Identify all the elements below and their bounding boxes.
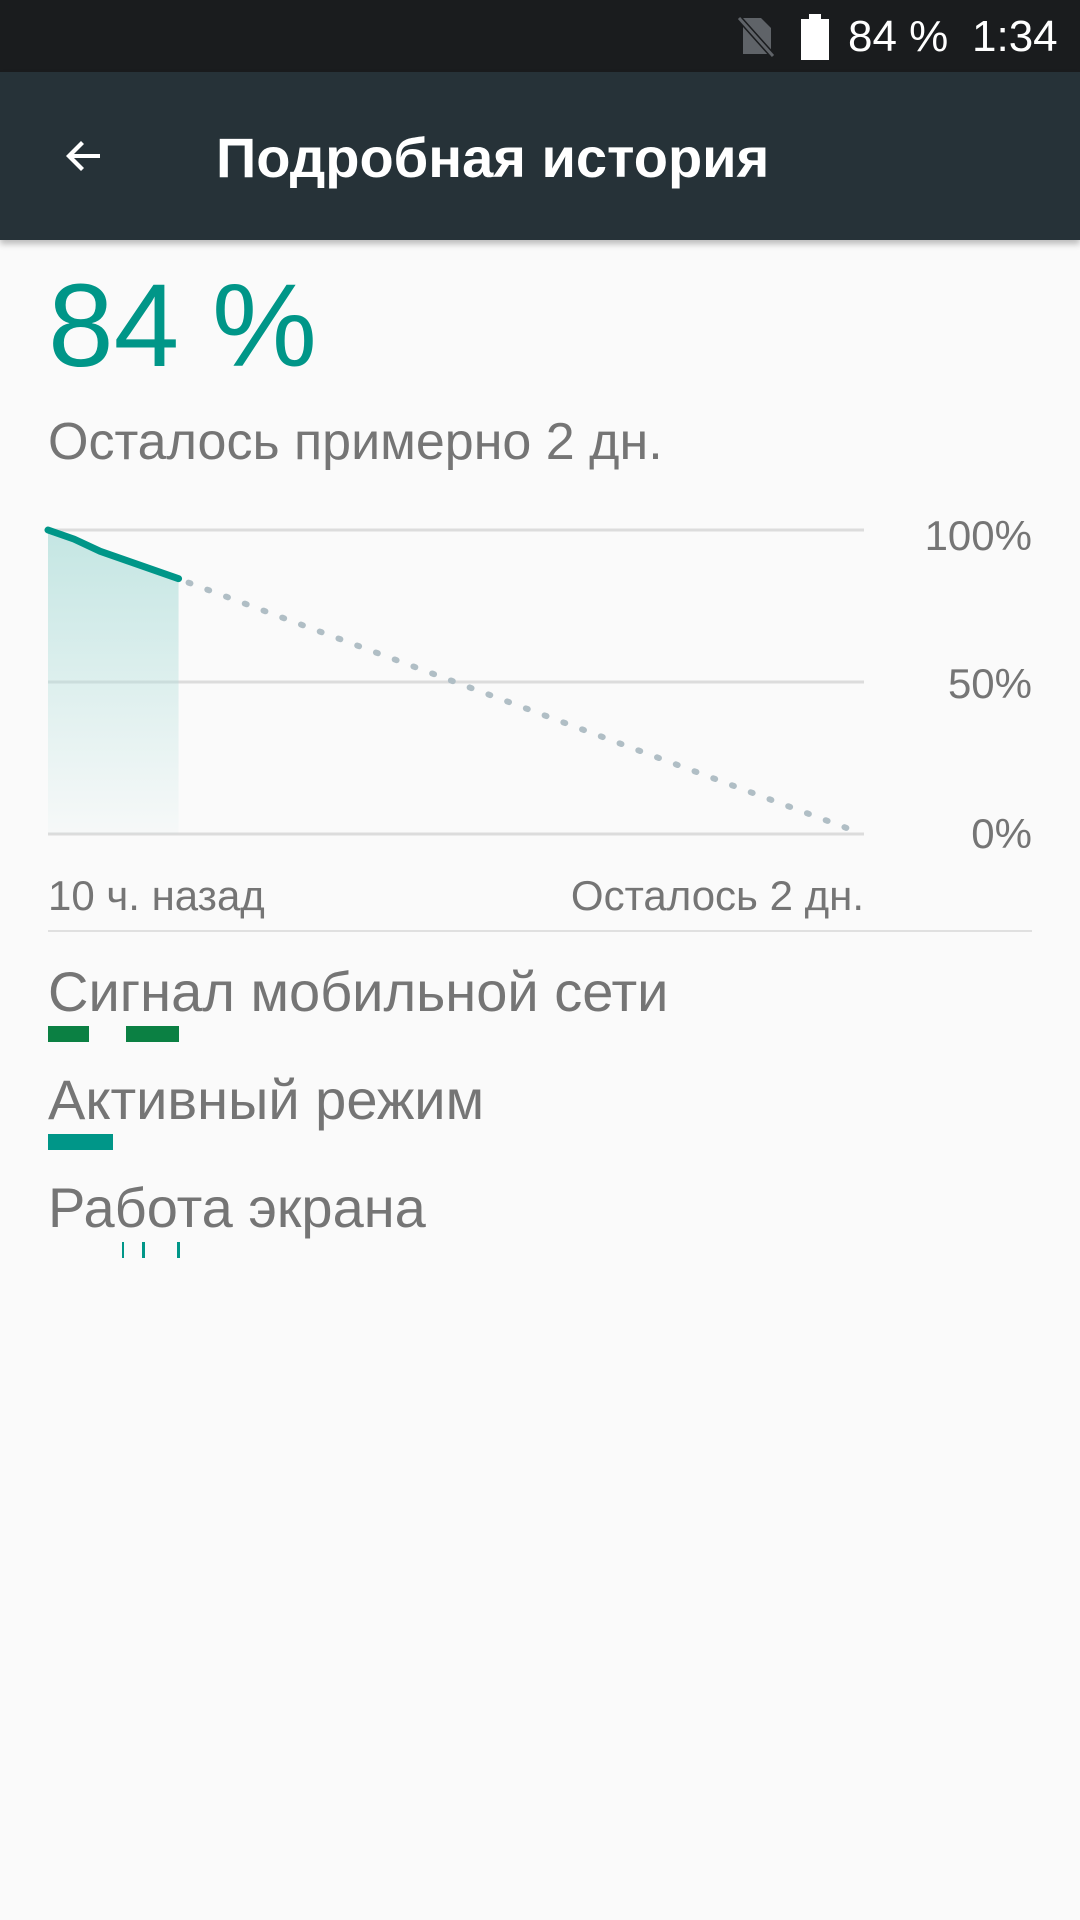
projection-line [185,579,855,833]
mobile-signal-bar [48,1026,866,1042]
battery-level: 84 % [48,260,317,392]
legend-row-mobile-signal: Сигнал мобильной сети [48,960,1028,1060]
legend-label-screen-on: Работа экрана [48,1176,426,1239]
timeline-segment [121,1242,125,1258]
status-bar: 84 % 1:34 [0,0,1080,72]
app-bar: Подробная история [0,72,1080,240]
y-tick-label-100: 100% [924,512,1032,559]
timeline-segment [48,1026,89,1042]
no-sim-icon [735,14,776,59]
battery-history-chart: 100% 50% 0% 10 ч. назад Осталось 2 дн. [0,500,1080,940]
time-remaining-estimate: Осталось примерно 2 дн. [48,413,663,471]
timeline-segment [48,1134,114,1150]
clock: 1:34 [972,12,1058,61]
page-title: Подробная история [216,126,770,189]
x-label-start: 10 ч. назад [48,872,265,919]
battery-percent-text: 84 % [848,12,949,61]
timeline-segment [125,1026,179,1042]
legend-label-active-mode: Активный режим [48,1068,485,1131]
timeline-segment [177,1242,180,1258]
battery-icon [800,14,830,60]
timeline-segment [142,1242,145,1258]
y-tick-label-50: 50% [947,660,1032,707]
legend-label-mobile-signal: Сигнал мобильной сети [48,960,669,1023]
history-area [48,530,179,834]
y-tick-label-0: 0% [971,810,1032,857]
back-button[interactable] [40,112,128,200]
legend-row-screen-on: Работа экрана [48,1176,1028,1276]
legend-row-active-mode: Активный режим [48,1068,1028,1168]
divider [48,930,1032,932]
arrow-back-icon [66,141,100,171]
active-mode-bar [48,1134,866,1150]
x-label-end: Осталось 2 дн. [570,872,864,919]
screen-on-bar [48,1242,866,1258]
